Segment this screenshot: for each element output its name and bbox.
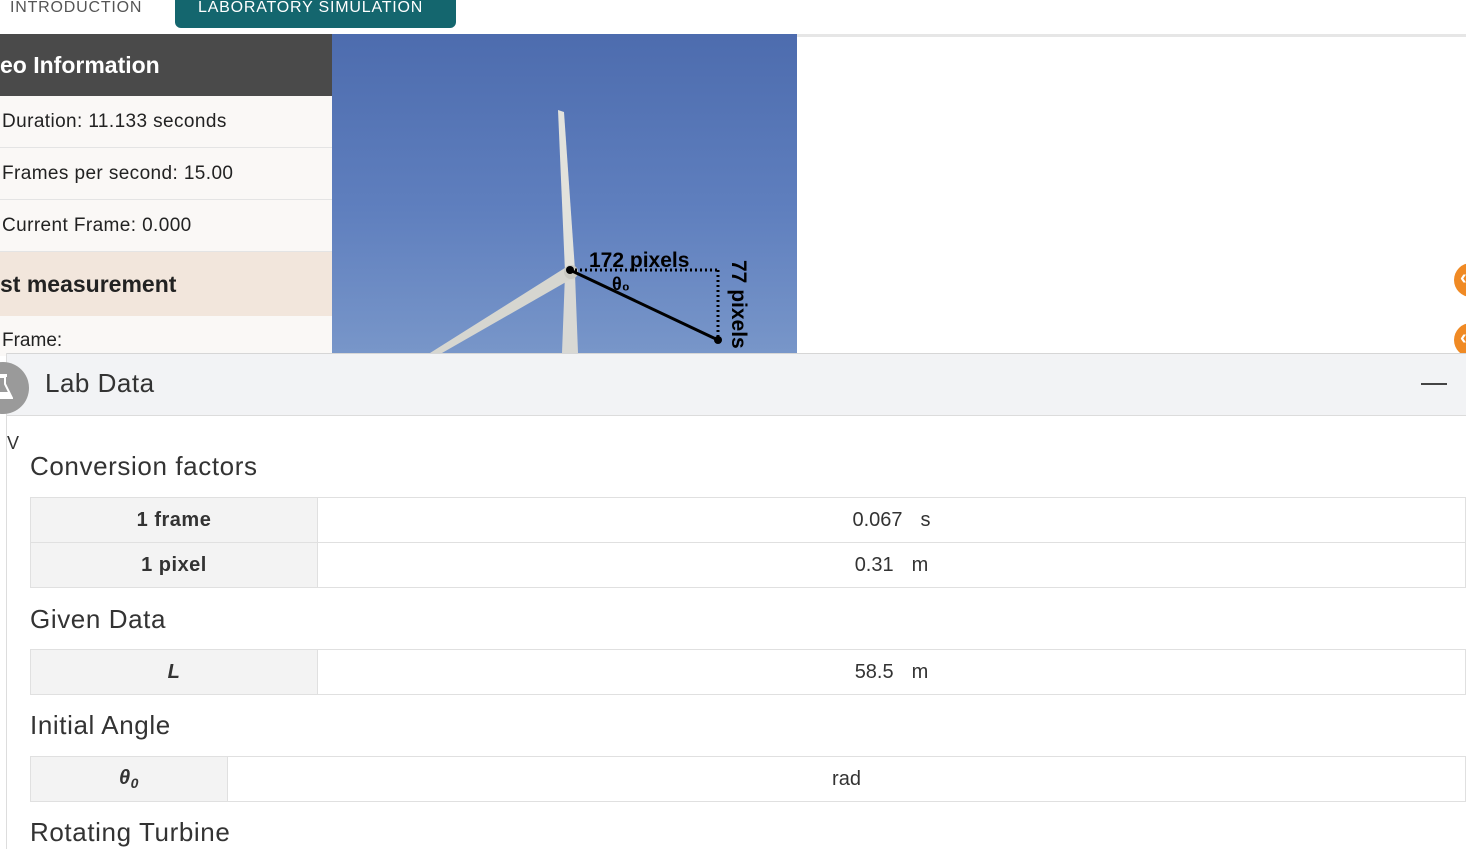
measurement-header: st measurement [0,252,332,316]
initial-angle-table: θ0 rad [30,756,1466,802]
conversion-factors-table: 1 frame 0.067 s 1 pixel 0.31 m [30,497,1466,588]
rotating-turbine-title: Rotating Turbine [30,817,231,847]
chevron-left-icon: ‹ [1460,327,1466,350]
measure-point-hub [566,266,574,274]
pixel-value: 0.31 [854,553,894,576]
vertical-pixels-label: 77 pixels [727,260,750,349]
blade-measure-line [569,268,719,342]
tab-introduction[interactable]: INTRODUCTION [10,0,142,28]
theta0-value-cell[interactable]: rad [227,756,1466,802]
fps-row: Frames per second: 15.00 [0,148,332,200]
measure-point-tip [714,336,722,344]
turbine-illustration: 172 pixels θ₀ 77 pixels [430,110,750,353]
table-row: L 58.5 m [30,649,1466,695]
video-info-panel: eo Information Duration: 11.133 seconds … [0,34,332,356]
theta0-unit: rad [832,767,861,790]
frame-value-cell: 0.067 s [317,497,1466,543]
collapse-side-button[interactable]: ‹ [1454,263,1466,297]
turbine-tower [562,274,578,353]
video-frame[interactable]: 172 pixels θ₀ 77 pixels [332,34,797,353]
theta-subscript: 0 [130,775,139,791]
current-frame-row: Current Frame: 0.000 [0,200,332,252]
length-value-cell: 58.5 m [317,649,1466,695]
frame-row: Frame: [0,316,332,356]
stray-text: V [7,433,20,453]
table-row: 1 frame 0.067 s [30,497,1466,543]
frame-value: 0.067 [852,508,903,531]
given-data-table: L 58.5 m [30,649,1466,695]
tab-laboratory-simulation[interactable]: LABORATORY SIMULATION [175,0,456,28]
pixel-value-cell: 0.31 m [317,542,1466,588]
video-information-header: eo Information [0,34,332,96]
minimize-icon[interactable] [1421,383,1447,385]
chevron-left-icon: ‹ [1460,267,1466,290]
lab-data-title: Lab Data [45,368,155,398]
turbine-blade-left [430,266,573,353]
table-row: θ0 rad [30,756,1466,802]
lab-data-panel: Lab Data V Conversion factors 1 frame 0.… [0,353,1466,849]
horizontal-pixels-label: 172 pixels [589,249,689,272]
length-unit: m [911,660,929,683]
collapse-side-button-2[interactable]: ‹ [1454,323,1466,357]
lab-data-header[interactable]: Lab Data [0,353,1466,416]
conversion-factors-title: Conversion factors [30,451,258,481]
flask-icon [0,362,29,414]
angle-label: θ₀ [612,274,630,294]
length-value: 58.5 [854,660,894,683]
frame-key: 1 frame [30,497,318,543]
pixel-key: 1 pixel [30,542,318,588]
initial-angle-title: Initial Angle [30,710,171,740]
theta-symbol: θ [119,767,131,789]
tab-bar: INTRODUCTION LABORATORY SIMULATION [0,0,1466,37]
given-data-title: Given Data [30,604,167,634]
frame-unit: s [920,508,931,531]
table-row: 1 pixel 0.31 m [30,542,1466,588]
length-key: L [30,649,318,695]
theta0-key: θ0 [30,756,228,802]
pixel-unit: m [911,553,929,576]
turbine-blade-up [558,110,575,272]
duration-row: Duration: 11.133 seconds [0,96,332,148]
